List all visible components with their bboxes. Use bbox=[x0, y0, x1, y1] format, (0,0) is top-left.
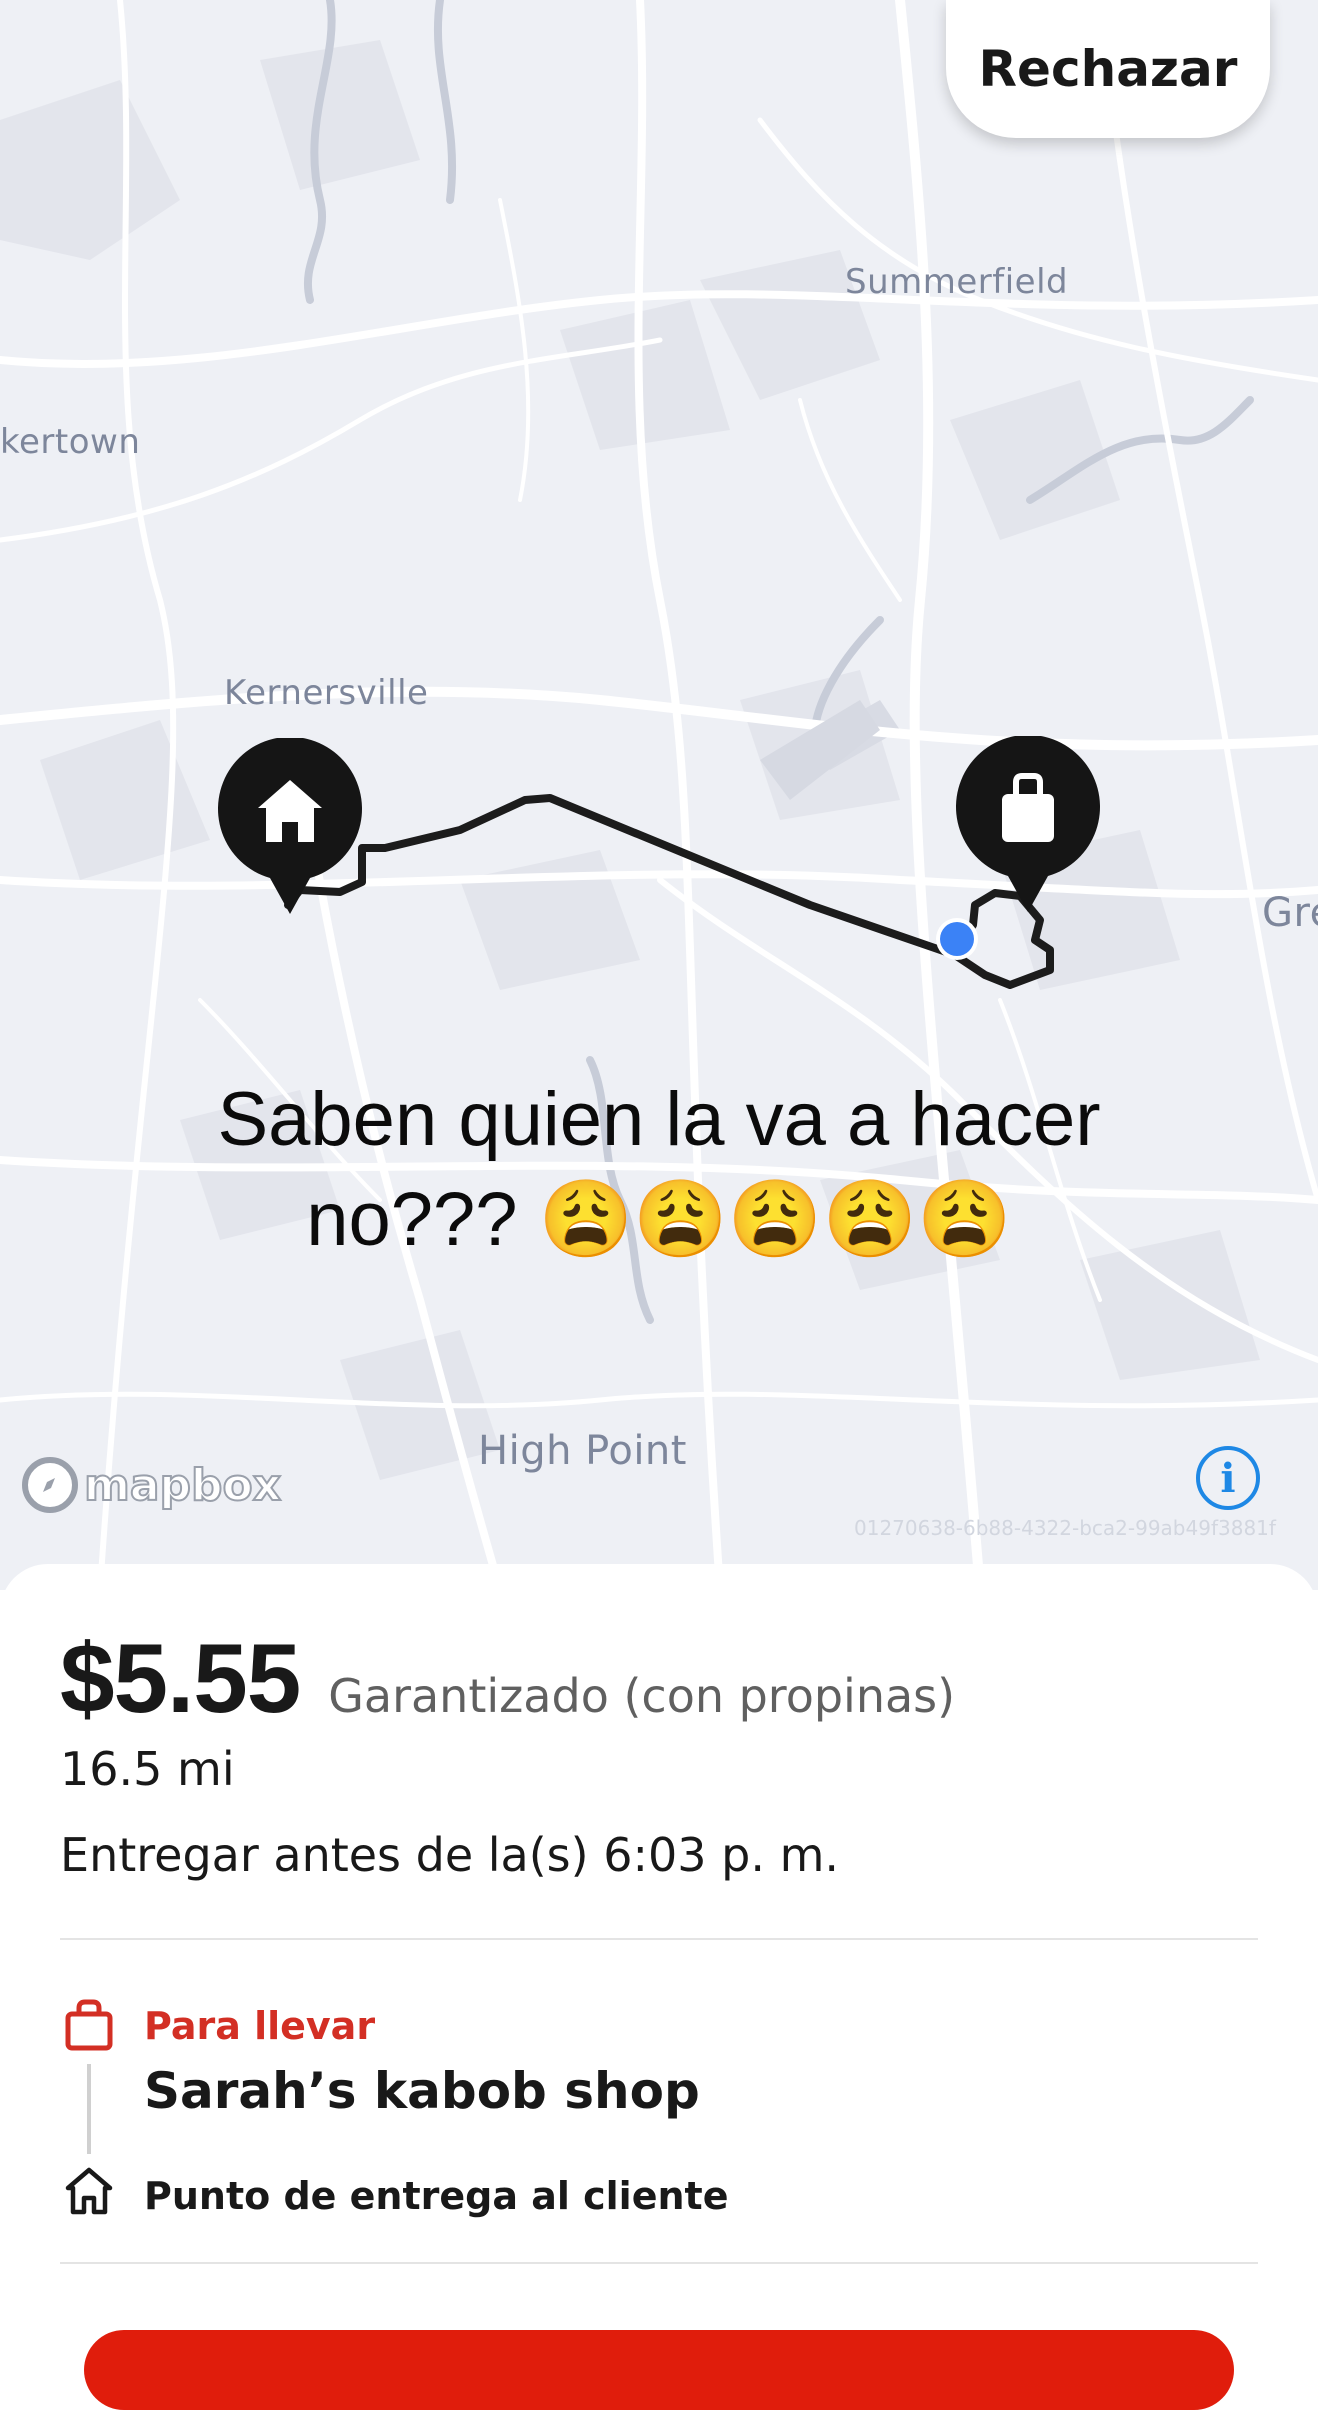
distance: 16.5 mi bbox=[60, 1742, 235, 1796]
pickup-type: Para llevar bbox=[144, 2004, 376, 2048]
reject-button[interactable]: Rechazar bbox=[946, 0, 1270, 138]
pickup-marker[interactable] bbox=[954, 736, 1102, 912]
guarantee-label: Garantizado (con propinas) bbox=[328, 1669, 956, 1723]
home-marker[interactable] bbox=[216, 738, 364, 914]
store-name: Sarah’s kabob shop bbox=[144, 2062, 700, 2120]
divider bbox=[60, 2262, 1258, 2264]
accept-button[interactable] bbox=[84, 2330, 1234, 2410]
price-row: $5.55 Garantizado (con propinas) bbox=[60, 1622, 955, 1735]
price: $5.55 bbox=[60, 1623, 301, 1733]
caption-overlay: Saben quien la va a hacer no??? 😩😩😩😩😩 bbox=[100, 1070, 1218, 1270]
route-connector bbox=[87, 2064, 91, 2154]
dropoff-label: Punto de entrega al cliente bbox=[144, 2174, 729, 2218]
map-view[interactable]: Summerfield kertown Kernersville Gre Hig… bbox=[0, 0, 1318, 1590]
mapbox-attribution[interactable]: mapbox bbox=[22, 1454, 282, 1516]
reject-label: Rechazar bbox=[978, 40, 1238, 98]
place-label: High Point bbox=[478, 1428, 687, 1474]
info-icon[interactable]: i bbox=[1196, 1446, 1260, 1510]
divider bbox=[60, 1938, 1258, 1940]
map-id-text: 01270638-6b88-4322-bca2-99ab49f3881f bbox=[854, 1516, 1276, 1540]
caption-line: no??? 😩😩😩😩😩 bbox=[306, 1177, 1012, 1262]
map-base bbox=[0, 0, 1318, 1590]
location-dot-icon bbox=[936, 918, 978, 960]
offer-sheet: $5.55 Garantizado (con propinas) 16.5 mi… bbox=[0, 1564, 1318, 2346]
caption-line: Saben quien la va a hacer bbox=[217, 1077, 1101, 1162]
shopping-bag-icon bbox=[65, 1999, 113, 2051]
place-label: Summerfield bbox=[845, 262, 1069, 302]
home-icon bbox=[65, 2167, 113, 2215]
place-label: kertown bbox=[0, 422, 141, 462]
deadline: Entregar antes de la(s) 6:03 p. m. bbox=[60, 1828, 840, 1882]
place-label: Gre bbox=[1262, 890, 1318, 936]
mapbox-label: mapbox bbox=[83, 1459, 282, 1512]
place-label: Kernersville bbox=[224, 673, 429, 713]
mapbox-logo-icon bbox=[22, 1457, 78, 1513]
